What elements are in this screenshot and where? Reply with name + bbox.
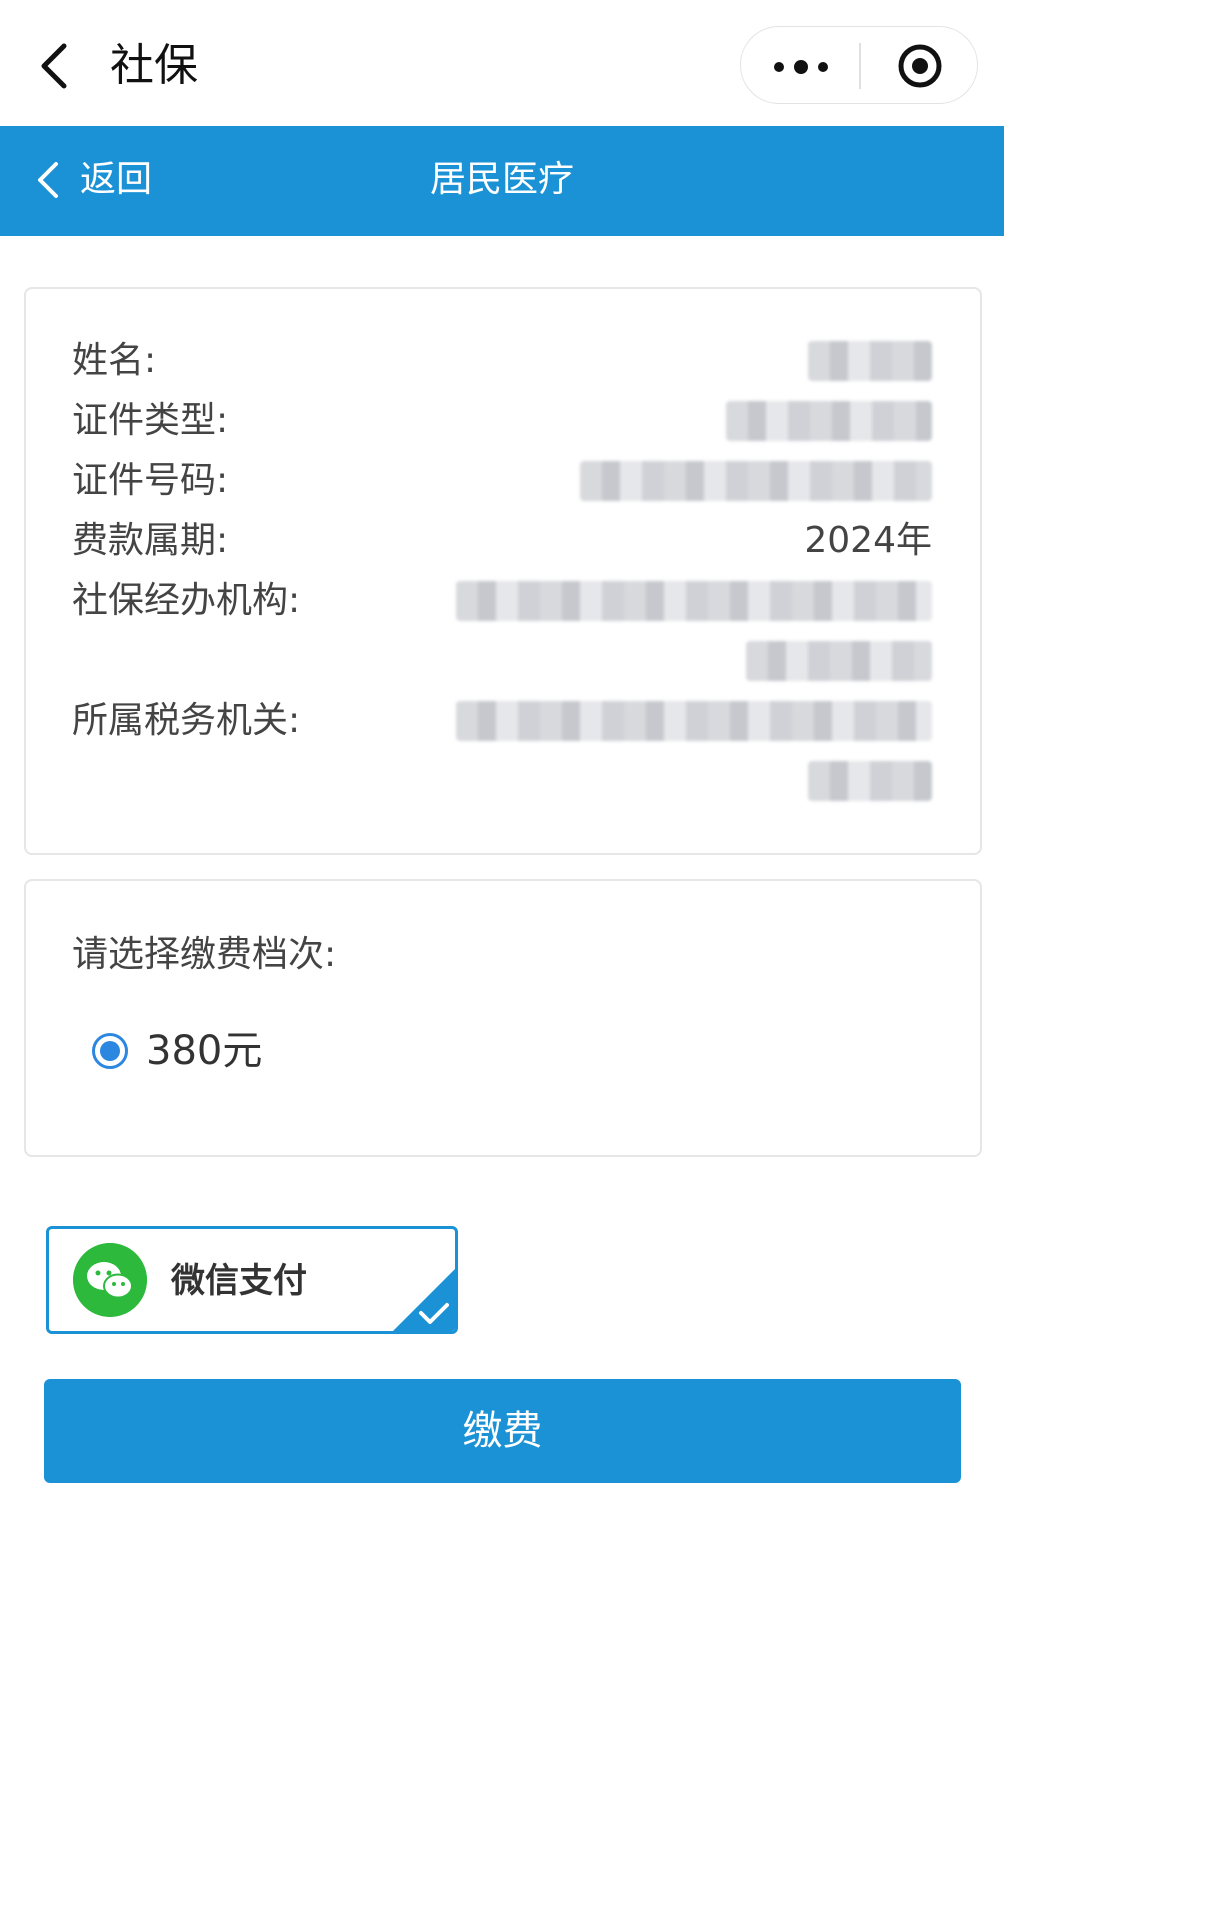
info-label: 所属税务机关: (72, 700, 301, 741)
redacted-value (456, 701, 932, 741)
redacted-value (808, 341, 932, 381)
redacted-value (456, 581, 932, 621)
info-label: 费款属期: (72, 520, 229, 561)
info-row-agency: 社保经办机构: (72, 579, 932, 689)
tier-option-label: 380元 (146, 1028, 263, 1074)
redacted-value (808, 761, 932, 801)
capsule-menu (740, 26, 978, 104)
app-title: 社保 (110, 40, 198, 91)
tier-title: 请选择缴费档次: (72, 934, 337, 975)
tier-option-380[interactable]: 380元 (92, 1027, 262, 1075)
redacted-value (746, 641, 932, 681)
redacted-value (580, 461, 932, 501)
target-icon[interactable] (897, 43, 943, 89)
redacted-value (726, 401, 932, 441)
info-label: 证件类型: (72, 400, 229, 441)
pay-button[interactable]: 缴费 (44, 1379, 961, 1483)
tier-card: 请选择缴费档次: 380元 (24, 879, 982, 1157)
page-header: 返回 居民医疗 (0, 126, 1004, 236)
radio-selected-icon[interactable] (92, 1033, 128, 1069)
payment-method-label: 微信支付 (171, 1261, 307, 1301)
wechat-icon (73, 1243, 147, 1317)
more-dots-icon[interactable] (769, 49, 833, 85)
payment-method-wechat[interactable]: 微信支付 (46, 1226, 458, 1334)
top-nav-bar: 社保 (0, 0, 1004, 126)
chevron-left-icon[interactable] (34, 38, 74, 94)
info-value: 2024年 (804, 520, 932, 561)
info-label: 证件号码: (72, 460, 229, 501)
info-row-tax-office: 所属税务机关: (72, 699, 932, 809)
info-label: 社保经办机构: (72, 580, 301, 621)
capsule-divider (859, 43, 861, 89)
info-card: 姓名: 证件类型: 证件号码: 费款属期: 2024年 社保经办机构: 所属税务… (24, 287, 982, 855)
info-label: 姓名: (72, 340, 157, 381)
page-title: 居民医疗 (429, 159, 574, 200)
checkmark-icon (393, 1269, 455, 1331)
